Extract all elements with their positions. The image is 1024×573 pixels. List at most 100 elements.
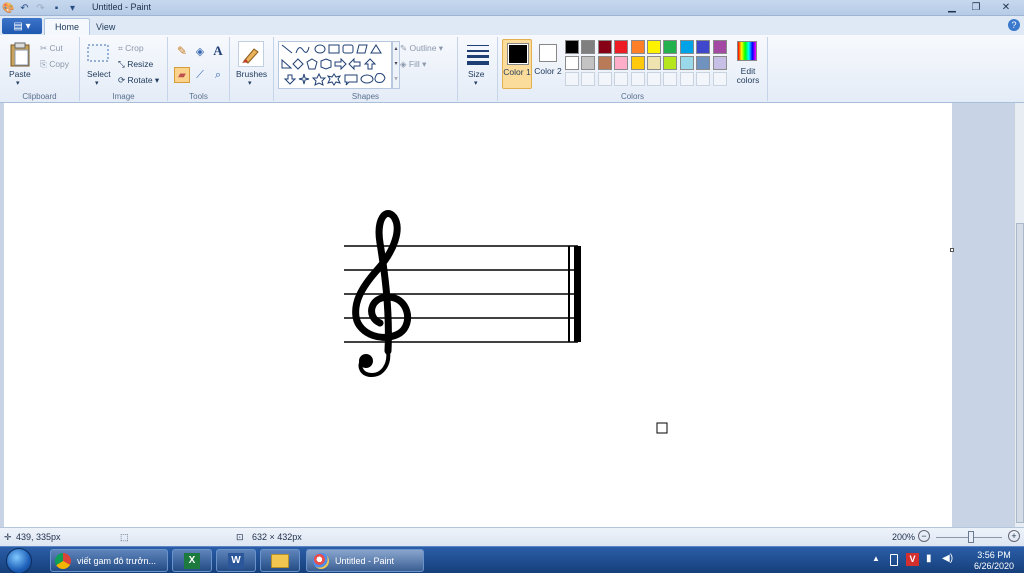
tools-group: ✎ ◈ A ▰ ⟋ ⌕ Tools [168, 37, 230, 101]
color2-button[interactable]: Color 2 [534, 39, 562, 89]
palette-swatch[interactable] [712, 40, 727, 54]
palette-swatch[interactable] [679, 56, 694, 70]
palette-swatch[interactable] [630, 40, 645, 54]
palette-swatch[interactable] [712, 56, 727, 70]
save-icon[interactable]: ▪ [50, 2, 63, 15]
palette-swatch[interactable] [614, 72, 629, 86]
palette-swatch[interactable] [679, 72, 694, 86]
eraser-icon[interactable]: ▰ [174, 67, 190, 83]
copy-button[interactable]: Copy [49, 59, 69, 69]
palette-swatch[interactable] [597, 72, 612, 86]
select-icon[interactable] [86, 43, 110, 65]
palette-swatch[interactable] [647, 72, 661, 86]
brushes-dropdown-icon[interactable]: ▾ [248, 79, 252, 87]
size-dropdown-icon[interactable]: ▾ [474, 79, 478, 87]
taskbar-item-chrome[interactable]: viết gam đô trưởn... [50, 549, 168, 572]
palette-swatch[interactable] [630, 72, 645, 86]
canvas-resize-handle[interactable] [950, 248, 954, 252]
palette-swatch[interactable] [647, 40, 661, 54]
fill-bucket-icon[interactable]: ◈ [192, 43, 208, 59]
taskbar-item-explorer[interactable] [260, 549, 300, 572]
palette-swatch[interactable] [614, 40, 629, 54]
paint-menu-button[interactable]: ▤ ▾ [2, 18, 42, 34]
taskbar-item-excel[interactable]: X [172, 549, 212, 572]
redo-icon[interactable]: ↷ [34, 2, 47, 15]
tab-home[interactable]: Home [44, 18, 91, 35]
minimize-button[interactable]: ▁ [940, 0, 964, 14]
drawing-canvas[interactable] [4, 103, 952, 527]
network-icon[interactable]: ▮ [926, 553, 932, 564]
palette-swatch[interactable] [597, 56, 612, 70]
taskbar-item-word[interactable]: W [216, 549, 256, 572]
size-icon[interactable] [466, 41, 490, 67]
clipboard-group-label: Clipboard [22, 92, 57, 101]
palette-swatch[interactable] [581, 72, 596, 86]
color-picker-icon[interactable]: ⟋ [192, 67, 208, 83]
palette-swatch[interactable] [565, 56, 579, 70]
zoom-out-button[interactable]: − [918, 530, 930, 542]
undo-icon[interactable]: ↶ [18, 2, 31, 15]
edit-colors-button[interactable]: Edit colors [731, 40, 765, 88]
small-square-shape[interactable] [656, 422, 668, 434]
palette-swatch[interactable] [663, 72, 678, 86]
ribbon-tab-row: ▤ ▾ Home View ? [0, 16, 1024, 35]
palette-swatch[interactable] [565, 72, 579, 86]
color1-button[interactable]: Color 1 [502, 39, 532, 89]
palette-swatch[interactable] [712, 72, 727, 86]
maximize-button[interactable]: ❐ [964, 0, 988, 14]
palette-swatch[interactable] [663, 40, 678, 54]
palette-swatch[interactable] [647, 56, 661, 70]
palette-swatch[interactable] [696, 72, 711, 86]
edit-colors-icon [737, 41, 757, 61]
vertical-scroll-thumb[interactable] [1016, 223, 1024, 523]
cut-button[interactable]: Cut [50, 43, 63, 53]
palette-swatch[interactable] [696, 40, 711, 54]
palette-swatch[interactable] [696, 56, 711, 70]
palette-swatch[interactable] [581, 56, 596, 70]
shapes-gallery-icons[interactable] [279, 42, 391, 88]
select-dropdown-icon[interactable]: ▾ [95, 79, 99, 87]
palette-swatch[interactable] [565, 40, 579, 54]
start-button[interactable] [6, 548, 32, 573]
zoom-slider-thumb[interactable] [968, 531, 974, 543]
paste-dropdown-icon[interactable]: ▾ [16, 79, 20, 87]
outline-button[interactable]: Outline [410, 43, 437, 53]
palette-swatch[interactable] [614, 56, 629, 70]
palette-swatch[interactable] [663, 56, 678, 70]
crop-icon: ⌗ [118, 43, 123, 53]
magnifier-icon[interactable]: ⌕ [210, 67, 226, 83]
antivirus-icon[interactable]: V [906, 553, 919, 566]
select-button[interactable]: Select [87, 69, 111, 79]
tray-device-icon[interactable] [890, 554, 898, 566]
brushes-button[interactable]: Brushes [236, 69, 267, 79]
text-tool-icon[interactable]: A [210, 43, 226, 59]
crop-button[interactable]: Crop [125, 43, 143, 53]
rotate-button[interactable]: Rotate [128, 75, 153, 85]
palette-swatch[interactable] [597, 40, 612, 54]
palette-swatch[interactable] [581, 40, 596, 54]
size-button[interactable]: Size [468, 69, 485, 79]
paint-app-icon[interactable]: 🎨 [2, 2, 15, 15]
zoom-in-button[interactable]: + [1008, 530, 1020, 542]
close-button[interactable]: ✕ [988, 0, 1024, 14]
paste-button[interactable]: Paste [9, 69, 31, 79]
paste-icon[interactable] [8, 41, 32, 67]
palette-swatch[interactable] [679, 40, 694, 54]
vertical-scrollbar[interactable] [1014, 103, 1024, 527]
customize-qat-icon[interactable]: ▾ [66, 2, 79, 15]
brushes-icon[interactable] [238, 41, 264, 67]
tray-expand-icon[interactable]: ▲ [872, 554, 880, 563]
resize-button[interactable]: Resize [127, 59, 153, 69]
fill-button[interactable]: Fill [409, 59, 420, 69]
help-icon[interactable]: ? [1008, 19, 1020, 31]
tab-view[interactable]: View [86, 18, 125, 35]
taskbar-item-paint[interactable]: Untitled - Paint [306, 549, 424, 572]
clock[interactable]: 3:56 PM 6/26/2020 [974, 550, 1014, 572]
excel-icon: X [184, 552, 200, 569]
shapes-scroll[interactable]: ▴ ▾ ▿ [392, 41, 400, 89]
pencil-icon[interactable]: ✎ [174, 43, 190, 59]
window-title: Untitled - Paint [92, 2, 152, 12]
palette-swatch[interactable] [630, 56, 645, 70]
image-group: Select ▾ ⌗ Crop ⤡ Resize ⟳ Rotate ▾ Imag… [80, 37, 168, 101]
volume-icon[interactable]: ◀) [942, 553, 953, 564]
